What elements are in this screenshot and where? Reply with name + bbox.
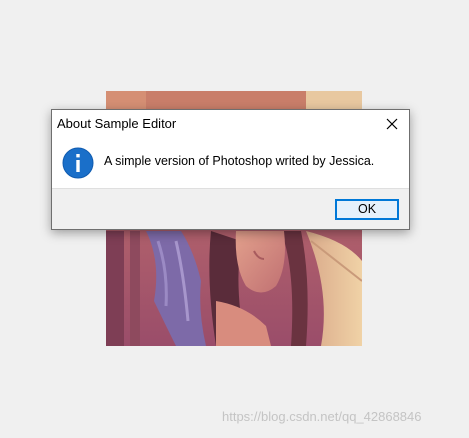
close-icon bbox=[386, 118, 398, 130]
watermark-text: https://blog.csdn.net/qq_42868846 bbox=[222, 409, 422, 424]
close-button[interactable] bbox=[375, 110, 409, 138]
ok-button[interactable]: OK bbox=[335, 199, 399, 220]
dialog-button-bar: OK bbox=[52, 188, 409, 229]
dialog-title-bar[interactable]: About Sample Editor bbox=[52, 110, 409, 138]
about-dialog: About Sample Editor A simple version of … bbox=[51, 109, 410, 230]
info-icon bbox=[62, 147, 94, 179]
dialog-title: About Sample Editor bbox=[57, 116, 177, 131]
dialog-message: A simple version of Photoshop writed by … bbox=[104, 154, 375, 168]
dialog-content: A simple version of Photoshop writed by … bbox=[52, 138, 409, 188]
